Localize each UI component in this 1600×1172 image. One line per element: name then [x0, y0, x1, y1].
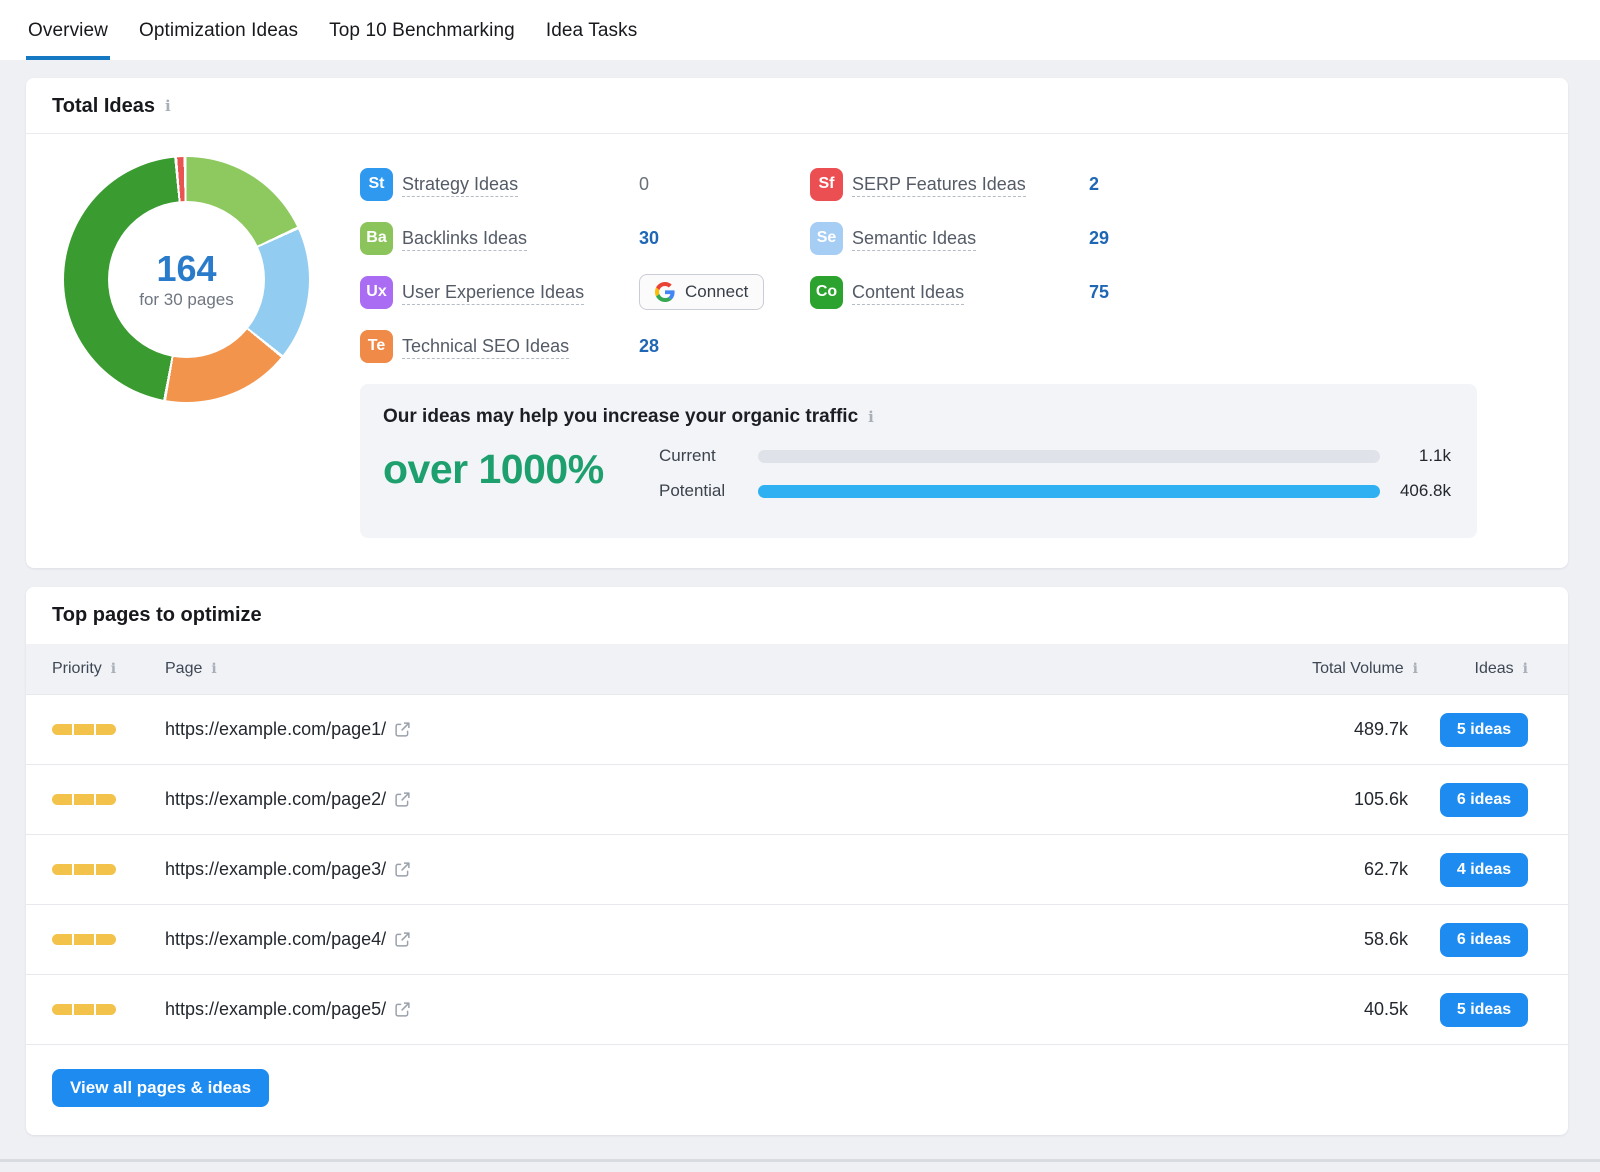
external-link-icon[interactable]: [394, 861, 411, 878]
traffic-forecast-panel: Our ideas may help you increase your org…: [360, 384, 1477, 538]
priority-indicator: [52, 724, 116, 735]
content-ideas-icon: Co: [810, 276, 843, 309]
idea-row-strategy: St Strategy Ideas 0: [360, 157, 810, 211]
strategy-ideas-icon: St: [360, 168, 393, 201]
view-all-pages-button[interactable]: View all pages & ideas: [52, 1069, 269, 1107]
page-bottom-gap: [26, 1135, 1568, 1159]
potential-traffic-value: 406.8k: [1380, 481, 1453, 501]
bottom-divider: [0, 1159, 1600, 1162]
ideas-column-right: Sf SERP Features Ideas 2 Se Semantic Ide…: [810, 157, 1260, 373]
top-pages-card: Top pages to optimize Priorityi Pagei To…: [26, 587, 1568, 1135]
idea-row-serp-features: Sf SERP Features Ideas 2: [810, 157, 1260, 211]
info-icon[interactable]: i: [868, 410, 874, 425]
user-experience-ideas-icon: Ux: [360, 276, 393, 309]
table-row: https://example.com/page1/ 489.7k 5 idea…: [26, 694, 1568, 764]
priority-indicator: [52, 864, 116, 875]
serp-features-ideas-count: 2: [1089, 174, 1099, 195]
backlinks-ideas-link[interactable]: Backlinks Ideas: [402, 228, 527, 251]
page-url-link[interactable]: https://example.com/page1/: [165, 719, 386, 740]
strategy-ideas-count: 0: [639, 174, 649, 195]
total-ideas-title: Total Ideas: [52, 95, 155, 118]
technical-seo-ideas-count: 28: [639, 336, 659, 357]
table-row: https://example.com/page2/ 105.6k 6 idea…: [26, 764, 1568, 834]
user-experience-ideas-link[interactable]: User Experience Ideas: [402, 282, 584, 305]
total-volume-value: 489.7k: [1258, 719, 1418, 740]
serp-features-ideas-link[interactable]: SERP Features Ideas: [852, 174, 1026, 197]
priority-indicator: [52, 794, 116, 805]
info-icon[interactable]: i: [111, 662, 116, 676]
priority-column-header: Priority: [52, 660, 102, 678]
total-volume-value: 40.5k: [1258, 999, 1418, 1020]
ideas-column-header: Ideas: [1475, 660, 1514, 678]
ideas-count-button[interactable]: 6 ideas: [1440, 923, 1528, 957]
page-url-link[interactable]: https://example.com/page2/: [165, 789, 386, 810]
table-row: https://example.com/page4/ 58.6k 6 ideas: [26, 904, 1568, 974]
content-ideas-link[interactable]: Content Ideas: [852, 282, 964, 305]
current-traffic-value: 1.1k: [1380, 446, 1453, 466]
ideas-count-button[interactable]: 6 ideas: [1440, 783, 1528, 817]
google-logo-icon: [655, 282, 675, 302]
backlinks-ideas-icon: Ba: [360, 222, 393, 255]
google-connect-button[interactable]: Connect: [639, 274, 764, 310]
serp-features-ideas-icon: Sf: [810, 168, 843, 201]
top-pages-title: Top pages to optimize: [52, 604, 262, 627]
info-icon[interactable]: i: [211, 662, 216, 676]
idea-row-semantic: Se Semantic Ideas 29: [810, 211, 1260, 265]
strategy-ideas-link[interactable]: Strategy Ideas: [402, 174, 518, 197]
idea-row-content: Co Content Ideas 75: [810, 265, 1260, 319]
table-row: https://example.com/page5/ 40.5k 5 ideas: [26, 974, 1568, 1044]
priority-indicator: [52, 1004, 116, 1015]
total-volume-value: 105.6k: [1258, 789, 1418, 810]
current-traffic-bar: [758, 450, 1380, 463]
donut-subtitle: for 30 pages: [139, 290, 234, 310]
technical-seo-ideas-link[interactable]: Technical SEO Ideas: [402, 336, 569, 359]
total-ideas-card: Total Ideas i 164 for 30 pages St: [26, 78, 1568, 568]
semantic-ideas-link[interactable]: Semantic Ideas: [852, 228, 976, 251]
ideas-count-button[interactable]: 4 ideas: [1440, 853, 1528, 887]
external-link-icon[interactable]: [394, 931, 411, 948]
donut-total-value: 164: [156, 249, 216, 289]
current-traffic-bar-row: Current 1.1k: [659, 442, 1453, 470]
semantic-ideas-count: 29: [1089, 228, 1109, 249]
tab-optimization-ideas[interactable]: Optimization Ideas: [137, 20, 300, 60]
total-volume-value: 62.7k: [1258, 859, 1418, 880]
table-header-row: Priorityi Pagei Total Volumei Ideasi: [26, 644, 1568, 694]
traffic-increase-value: over 1000%: [383, 440, 659, 512]
ideas-count-button[interactable]: 5 ideas: [1440, 993, 1528, 1027]
external-link-icon[interactable]: [394, 721, 411, 738]
info-icon[interactable]: i: [1523, 662, 1528, 676]
page-url-link[interactable]: https://example.com/page5/: [165, 999, 386, 1020]
content-ideas-count: 75: [1089, 282, 1109, 303]
potential-traffic-bar: [758, 485, 1380, 498]
backlinks-ideas-count: 30: [639, 228, 659, 249]
tab-overview[interactable]: Overview: [26, 20, 110, 60]
volume-column-header: Total Volume: [1312, 660, 1404, 678]
potential-traffic-label: Potential: [659, 481, 758, 501]
ideas-count-button[interactable]: 5 ideas: [1440, 713, 1528, 747]
external-link-icon[interactable]: [394, 1001, 411, 1018]
page-column-header: Page: [165, 660, 202, 678]
ideas-donut-chart[interactable]: 164 for 30 pages: [64, 157, 309, 402]
priority-indicator: [52, 934, 116, 945]
tab-bar: Overview Optimization Ideas Top 10 Bench…: [0, 0, 1600, 60]
potential-traffic-bar-row: Potential 406.8k: [659, 477, 1453, 505]
idea-row-backlinks: Ba Backlinks Ideas 30: [360, 211, 810, 265]
total-volume-value: 58.6k: [1258, 929, 1418, 950]
page-url-link[interactable]: https://example.com/page3/: [165, 859, 386, 880]
external-link-icon[interactable]: [394, 791, 411, 808]
idea-row-user-experience: Ux User Experience Ideas: [360, 265, 810, 319]
info-icon[interactable]: i: [165, 99, 171, 114]
ideas-column-left: St Strategy Ideas 0 Ba Backlinks Ideas 3…: [360, 157, 810, 373]
idea-row-technical-seo: Te Technical SEO Ideas 28: [360, 319, 810, 373]
page-url-link[interactable]: https://example.com/page4/: [165, 929, 386, 950]
current-traffic-label: Current: [659, 446, 758, 466]
tab-idea-tasks[interactable]: Idea Tasks: [544, 20, 639, 60]
semantic-ideas-icon: Se: [810, 222, 843, 255]
technical-seo-ideas-icon: Te: [360, 330, 393, 363]
table-row: https://example.com/page3/ 62.7k 4 ideas: [26, 834, 1568, 904]
tab-top-10-benchmarking[interactable]: Top 10 Benchmarking: [327, 20, 517, 60]
traffic-panel-title: Our ideas may help you increase your org…: [383, 406, 858, 428]
